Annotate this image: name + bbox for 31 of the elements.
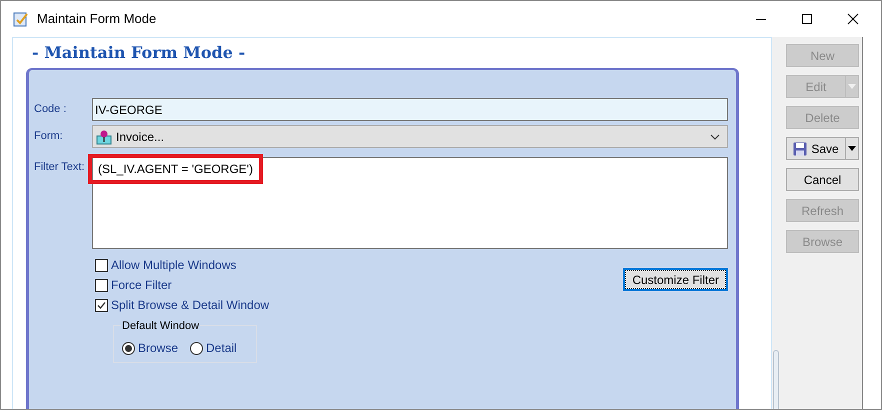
- radio-label: Browse: [138, 340, 178, 357]
- field-label: Filter Text:: [34, 160, 86, 175]
- scrollbar-thumb[interactable]: [773, 350, 779, 409]
- code-field[interactable]: IV-GEORGE: [92, 98, 728, 121]
- checkbox-label: Force Filter: [111, 277, 172, 294]
- maximize-icon[interactable]: [801, 13, 813, 25]
- toolbar-button[interactable]: Cancel: [786, 168, 859, 191]
- checkbox[interactable]: [95, 278, 108, 292]
- caret-icon: [848, 84, 856, 89]
- form-dropdown[interactable]: Invoice...: [92, 125, 728, 148]
- checkbox[interactable]: [95, 298, 108, 312]
- chevron-down-icon: [710, 134, 720, 140]
- dropdown-arrow-button[interactable]: [846, 137, 859, 160]
- caret-icon: [848, 146, 856, 151]
- radio-label: Detail: [206, 340, 237, 357]
- pushpin-icon: [96, 128, 112, 144]
- checkbox-label: Split Browse & Detail Window: [111, 297, 270, 314]
- form-heading: - Maintain Form Mode -: [31, 42, 246, 64]
- radio-button[interactable]: [190, 342, 204, 354]
- radio-button[interactable]: [122, 342, 135, 354]
- field-label: Form:: [34, 129, 64, 144]
- close-icon[interactable]: [847, 13, 859, 25]
- dropdown-value: Invoice...: [116, 128, 164, 146]
- checkbox-label: Allow Multiple Windows: [111, 257, 236, 274]
- window-title: Maintain Form Mode: [37, 10, 156, 28]
- filter-text: (SL_IV.AGENT = 'GEORGE'): [88, 154, 263, 184]
- field-label: Code :: [34, 102, 68, 118]
- toolbar-button[interactable]: Save: [786, 137, 846, 160]
- app-icon: [13, 11, 29, 27]
- checkbox[interactable]: [95, 258, 108, 272]
- customize-filter-button[interactable]: Customize Filter: [623, 268, 728, 291]
